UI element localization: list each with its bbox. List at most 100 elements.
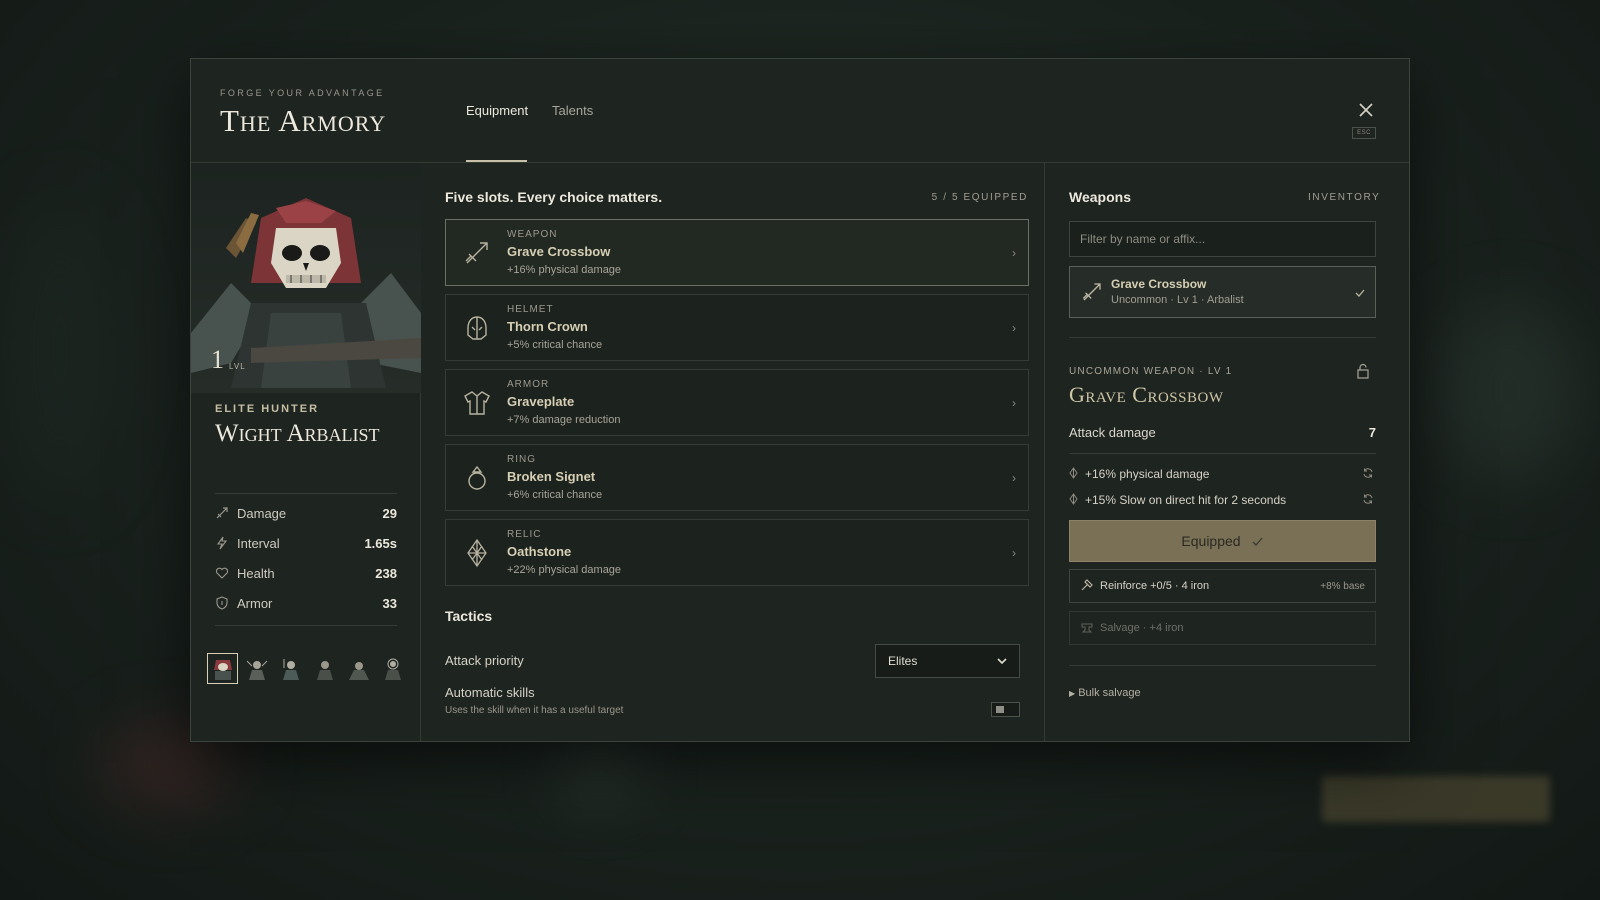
hero-level: 1 bbox=[211, 345, 224, 374]
armory-modal: FORGE YOUR ADVANTAGE The Armory Equipmen… bbox=[190, 58, 1410, 742]
roster-hero[interactable] bbox=[343, 653, 374, 684]
inventory-tag: INVENTORY bbox=[1308, 192, 1381, 203]
divider bbox=[1069, 337, 1376, 338]
relic-icon bbox=[467, 538, 487, 568]
roster-hero[interactable] bbox=[241, 653, 272, 684]
hero-panel: 1 LVL ELITE HUNTER Wight Arbalist Damage… bbox=[191, 163, 421, 741]
reroll-icon[interactable] bbox=[1362, 467, 1376, 482]
chevron-right-icon: › bbox=[1012, 471, 1016, 485]
inventory-panel: Weapons INVENTORY Grave Crossbow Uncommo… bbox=[1045, 163, 1409, 741]
skeleton-hunter-avatar-icon bbox=[213, 659, 232, 680]
inventory-item-meta: Uncommon · Lv 1 · Arbalist bbox=[1111, 294, 1244, 306]
salvage-button[interactable]: Salvage · +4 iron bbox=[1069, 611, 1376, 645]
slot-weapon[interactable]: Weapon Grave Crossbow +16% physical dama… bbox=[445, 219, 1029, 286]
chevron-right-icon: › bbox=[1012, 321, 1016, 335]
stat-health: Health 238 bbox=[215, 563, 397, 583]
item-affix: +16% physical damage bbox=[1069, 465, 1376, 483]
skeleton-avatar-icon bbox=[246, 660, 267, 680]
item-rarity-label: UNCOMMON WEAPON · LV 1 bbox=[1069, 366, 1233, 377]
slot-type: Armor bbox=[507, 379, 550, 390]
gem-icon bbox=[1069, 492, 1085, 508]
stat-label: Damage bbox=[237, 505, 287, 521]
close-button[interactable] bbox=[1357, 101, 1375, 119]
divider bbox=[215, 625, 397, 626]
bulk-salvage-label: Bulk salvage bbox=[1078, 687, 1141, 699]
slot-ring[interactable]: Ring Broken Signet +6% critical chance › bbox=[445, 444, 1029, 511]
slot-item-name: Oathstone bbox=[507, 544, 572, 559]
slot-type: Ring bbox=[507, 454, 536, 465]
reroll-icon[interactable] bbox=[1362, 493, 1376, 508]
lightning-icon bbox=[215, 536, 237, 550]
check-icon bbox=[1252, 537, 1263, 546]
skeleton-hunter-portrait bbox=[191, 198, 421, 388]
tab-active-indicator bbox=[466, 160, 527, 162]
skeleton-avatar-icon bbox=[348, 661, 369, 680]
chevron-right-icon: › bbox=[1012, 246, 1016, 260]
shield-icon bbox=[215, 596, 237, 610]
tactics-heading: Tactics bbox=[445, 608, 493, 624]
inventory-item[interactable]: Grave Crossbow Uncommon · Lv 1 · Arbalis… bbox=[1069, 266, 1376, 318]
skeleton-avatar-icon bbox=[282, 658, 299, 680]
roster-hero[interactable] bbox=[309, 653, 340, 684]
automatic-skills-label: Automatic skills bbox=[445, 685, 535, 700]
stat-label: Interval bbox=[237, 535, 280, 551]
stat-label: Health bbox=[237, 565, 275, 581]
lock-icon[interactable] bbox=[1356, 363, 1370, 379]
slot-armor[interactable]: Armor Graveplate +7% damage reduction › bbox=[445, 369, 1029, 436]
roster-hero[interactable] bbox=[207, 653, 238, 684]
slot-affix: +6% critical chance bbox=[507, 489, 603, 501]
hero-class: ELITE HUNTER bbox=[215, 403, 320, 415]
attack-priority-select[interactable]: Elites bbox=[875, 644, 1020, 678]
chevron-right-icon: › bbox=[1012, 546, 1016, 560]
page-title: The Armory bbox=[220, 103, 387, 138]
slot-affix: +22% physical damage bbox=[507, 564, 622, 576]
slot-type: Weapon bbox=[507, 229, 558, 240]
stat-armor: Armor 33 bbox=[215, 593, 397, 613]
slot-affix: +7% damage reduction bbox=[507, 414, 621, 426]
stat-value: 33 bbox=[382, 595, 397, 611]
stat-damage: Damage 29 bbox=[215, 503, 397, 523]
inventory-item-name: Grave Crossbow bbox=[1111, 277, 1207, 291]
stat-label: Armor bbox=[237, 595, 273, 611]
chevron-down-icon bbox=[997, 658, 1007, 665]
crossbow-icon bbox=[465, 242, 488, 264]
slot-helmet[interactable]: Helmet Thorn Crown +5% critical chance › bbox=[445, 294, 1029, 361]
chevron-right-icon: › bbox=[1012, 396, 1016, 410]
equipped-count: 5 / 5 EQUIPPED bbox=[931, 192, 1028, 203]
background-button-blur bbox=[1322, 776, 1550, 822]
header-eyebrow: FORGE YOUR ADVANTAGE bbox=[220, 88, 385, 98]
tab-talents[interactable]: Talents bbox=[552, 103, 593, 118]
reinforce-label: Reinforce +0/5 · 4 iron bbox=[1100, 580, 1210, 592]
reinforce-button[interactable]: Reinforce +0/5 · 4 iron +8% base bbox=[1069, 569, 1376, 603]
automatic-skills-description: Uses the skill when it has a useful targ… bbox=[445, 705, 624, 716]
close-icon bbox=[1359, 103, 1373, 117]
ring-icon bbox=[468, 465, 486, 490]
slot-relic[interactable]: Relic Oathstone +22% physical damage › bbox=[445, 519, 1029, 586]
hammer-icon bbox=[1080, 578, 1100, 595]
esc-hint: ESC bbox=[1352, 127, 1376, 139]
slot-affix: +5% critical chance bbox=[507, 339, 603, 351]
crossbow-icon bbox=[1082, 283, 1101, 301]
roster-hero[interactable] bbox=[377, 653, 408, 684]
stat-value: 238 bbox=[375, 565, 397, 581]
equipment-panel: Five slots. Every choice matters. 5 / 5 … bbox=[421, 163, 1045, 741]
slot-type: Relic bbox=[507, 529, 542, 540]
slot-item-name: Graveplate bbox=[507, 394, 575, 409]
heart-icon bbox=[215, 566, 237, 580]
item-affix-text: +16% physical damage bbox=[1085, 467, 1210, 481]
equipped-button[interactable]: Equipped bbox=[1069, 520, 1376, 562]
caret-right-icon: ▶ bbox=[1069, 689, 1076, 698]
bulk-salvage-toggle[interactable]: ▶ Bulk salvage bbox=[1069, 687, 1141, 699]
tab-equipment[interactable]: Equipment bbox=[466, 103, 528, 118]
helmet-icon bbox=[467, 316, 487, 340]
automatic-skills-toggle[interactable] bbox=[991, 702, 1020, 717]
toggle-knob bbox=[996, 706, 1004, 713]
salvage-label: Salvage · +4 iron bbox=[1100, 622, 1184, 634]
stat-value: 29 bbox=[382, 505, 397, 521]
hero-roster bbox=[207, 653, 408, 684]
reinforce-bonus: +8% base bbox=[1320, 580, 1365, 592]
inventory-heading: Weapons bbox=[1069, 189, 1131, 205]
filter-input[interactable] bbox=[1069, 221, 1376, 257]
roster-hero[interactable] bbox=[275, 653, 306, 684]
attack-damage-row: Attack damage 7 bbox=[1069, 425, 1376, 440]
